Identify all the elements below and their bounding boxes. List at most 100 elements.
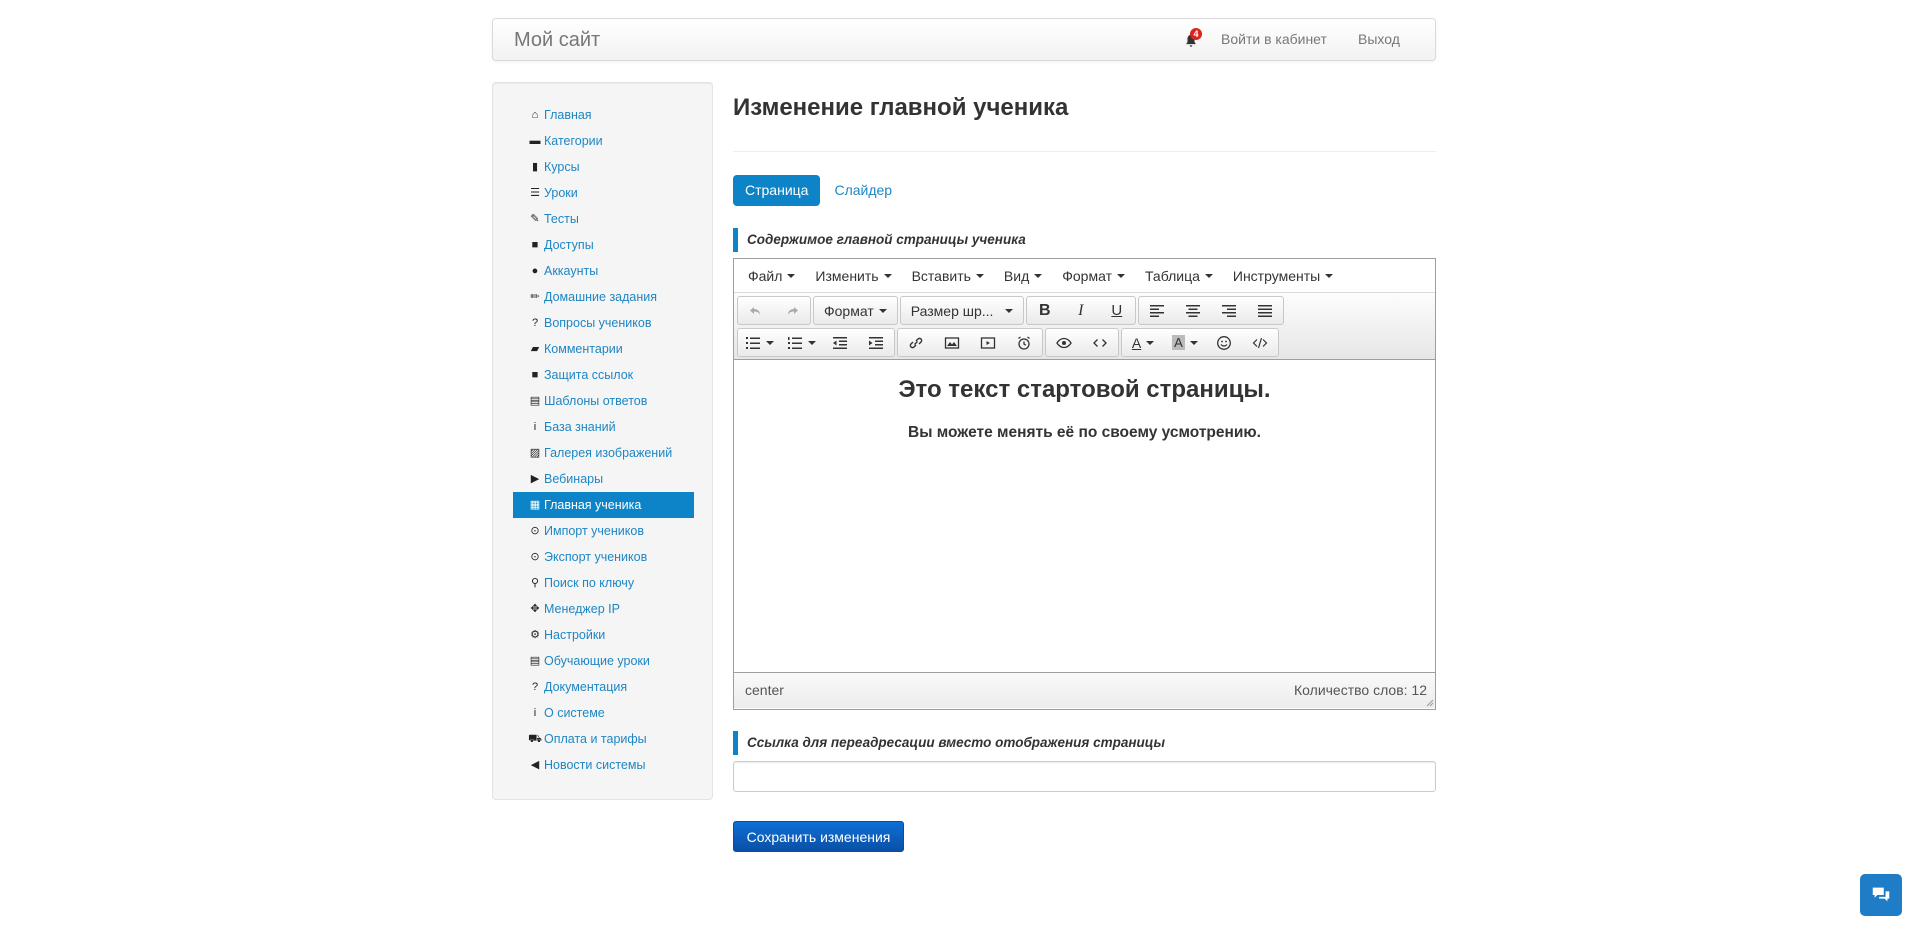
sidebar-item[interactable]: ? Вопросы учеников [513, 310, 694, 336]
move-icon: ✥ [530, 602, 540, 615]
alarm-clock-icon [1018, 335, 1030, 350]
sidebar-item[interactable]: ⊙ Экспорт учеников [513, 544, 694, 570]
sidebar-item[interactable]: ▮ Курсы [513, 154, 694, 180]
redirect-label: Ссылка для переадресации вместо отображе… [733, 731, 1165, 755]
bullet-list-button[interactable] [738, 329, 780, 356]
link-button[interactable] [898, 329, 934, 356]
sidebar-item[interactable]: ? Документация [513, 674, 694, 700]
sidebar-item[interactable]: i База знаний [513, 414, 694, 440]
sidebar-item[interactable]: ▨ Галерея изображений [513, 440, 694, 466]
italic-button[interactable]: I [1063, 297, 1099, 324]
sidebar-item[interactable]: ✏ Домашние задания [513, 284, 694, 310]
outdent-icon [833, 336, 847, 349]
sidebar-item[interactable]: ☰ Уроки [513, 180, 694, 206]
editor-menu-item[interactable]: Вставить [904, 268, 992, 284]
sidebar-item[interactable]: ⛟ Оплата и тарифы [513, 726, 694, 752]
sidebar-item[interactable]: ✎ Тесты [513, 206, 694, 232]
bold-button[interactable]: B [1027, 297, 1063, 324]
sidebar-item[interactable]: ◀ Новости системы [513, 752, 694, 778]
sidebar-item[interactable]: ■ Защита ссылок [513, 362, 694, 388]
underline-button[interactable]: U [1099, 297, 1135, 324]
media-icon [980, 336, 996, 349]
sidebar-item[interactable]: ▦ Главная ученика [513, 492, 694, 518]
sidebar-item[interactable]: ⚲ Поиск по ключу [513, 570, 694, 596]
align-right-button[interactable] [1211, 297, 1247, 324]
save-button[interactable]: Сохранить изменения [733, 821, 904, 852]
code-sample-button[interactable] [1082, 329, 1118, 356]
sidebar-item-label: Экспорт учеников [544, 550, 648, 564]
image-button[interactable] [934, 329, 970, 356]
sidebar-item[interactable]: ⌂ Главная [513, 102, 694, 128]
sidebar-item[interactable]: ▶ Вебинары [513, 466, 694, 492]
editor-menu-item[interactable]: Формат [1054, 268, 1133, 284]
page-title: Изменение главной ученика [733, 94, 1069, 121]
lock-icon: ■ [531, 238, 539, 251]
redirect-url-input[interactable] [733, 761, 1436, 792]
folder-icon: ▬ [529, 134, 541, 147]
redo-button[interactable] [774, 297, 810, 324]
editor-menu-label: Изменить [815, 267, 879, 284]
align-right-icon [1221, 304, 1236, 317]
indent-button[interactable] [858, 329, 894, 356]
format-select[interactable]: Формат [814, 297, 897, 324]
sidebar-item-label: База знаний [544, 420, 616, 434]
element-path[interactable]: center [745, 682, 784, 698]
sidebar-item[interactable]: ✥ Менеджер IP [513, 596, 694, 622]
align-center-button[interactable] [1175, 297, 1211, 324]
chevron-down-icon [1034, 273, 1043, 278]
sidebar-item[interactable]: ⚙ Настройки [513, 622, 694, 648]
info-icon: i [533, 420, 537, 433]
title-divider [733, 151, 1436, 152]
sidebar-item[interactable]: ▤ Обучающие уроки [513, 648, 694, 674]
sidebar-item[interactable]: ⊙ Импорт учеников [513, 518, 694, 544]
sidebar-item-label: Поиск по ключу [544, 576, 635, 590]
indent-icon [869, 336, 883, 349]
preview-button[interactable] [1046, 329, 1082, 356]
chat-widget-button[interactable] [1860, 874, 1902, 916]
sidebar-item[interactable]: i О системе [513, 700, 694, 726]
outdent-button[interactable] [822, 329, 858, 356]
sidebar-item-label: Оплата и тарифы [544, 732, 647, 746]
source-code-button[interactable] [1242, 329, 1278, 356]
insert-datetime-button[interactable] [1006, 329, 1042, 356]
tab-page[interactable]: Страница [733, 175, 821, 206]
brand-link[interactable]: Мой сайт [514, 29, 600, 52]
undo-button[interactable] [738, 297, 774, 324]
content-label: Содержимое главной страницы ученика [733, 228, 1026, 252]
editor-menu-item[interactable]: Инструменты [1225, 268, 1341, 284]
emoticons-button[interactable] [1206, 329, 1242, 356]
align-justify-button[interactable] [1247, 297, 1283, 324]
notifications-bell[interactable]: 4 [1184, 28, 1202, 50]
notification-count-badge: 4 [1190, 28, 1202, 40]
sidebar-item[interactable]: ● Аккаунты [513, 258, 694, 284]
bullhorn-icon: ◀ [530, 758, 540, 771]
media-button[interactable] [970, 329, 1006, 356]
background-color-button[interactable]: A [1164, 329, 1206, 356]
sidebar: ⌂ Главная ▬ Категории ▮ Курсы ☰ Уроки ✎ Тесты ■ Дос… [492, 82, 713, 800]
resize-handle-icon[interactable] [1426, 699, 1434, 707]
sidebar-item[interactable]: ▤ Шаблоны ответов [513, 388, 694, 414]
text-color-button[interactable]: A [1122, 329, 1164, 356]
sidebar-item-label: Уроки [544, 186, 578, 200]
editor-content-area[interactable]: Это текст стартовой страницы. Вы можете … [734, 360, 1435, 672]
editor-menu-item[interactable]: Таблица [1137, 268, 1221, 284]
sidebar-item[interactable]: ■ Доступы [513, 232, 694, 258]
editor-menu-item[interactable]: Изменить [807, 268, 899, 284]
editor-statusbar: center Количество слов: 12 [734, 672, 1435, 708]
tab-slider[interactable]: Слайдер [822, 175, 904, 206]
align-left-icon [1149, 304, 1164, 317]
align-left-button[interactable] [1139, 297, 1175, 324]
sidebar-item-label: Курсы [544, 160, 580, 174]
numbered-list-button[interactable] [780, 329, 822, 356]
sidebar-item[interactable]: ▰ Комментарии [513, 336, 694, 362]
editor-menu-item[interactable]: Вид [996, 268, 1050, 284]
editor-menu-label: Вид [1003, 267, 1030, 284]
sidebar-item-label: Обучающие уроки [544, 654, 650, 668]
book-icon: ▮ [531, 160, 539, 173]
logout-link[interactable]: Выход [1358, 31, 1400, 47]
sidebar-item[interactable]: ▬ Категории [513, 128, 694, 154]
editor-menu-item[interactable]: Файл [740, 268, 803, 284]
font-size-select[interactable]: Размер шр... [901, 297, 1023, 324]
cabinet-link[interactable]: Войти в кабинет [1221, 31, 1327, 47]
bold-icon: B [1038, 301, 1051, 319]
